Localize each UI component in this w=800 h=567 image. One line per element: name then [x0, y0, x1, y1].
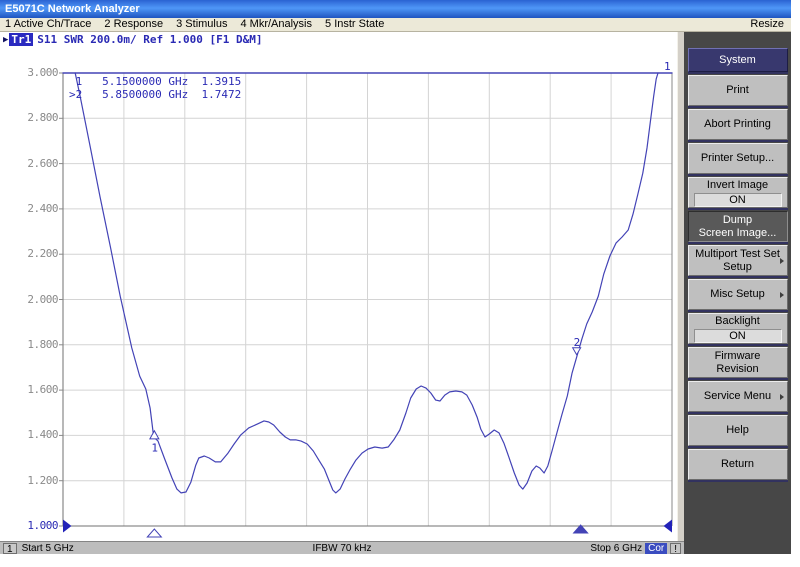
y-axis-label-1.600: 1.600 — [12, 384, 58, 396]
y-axis-label-3.000: 3.000 — [12, 67, 58, 79]
submenu-arrow-icon — [780, 292, 784, 298]
channel-number-box: 1 — [3, 543, 17, 554]
softkey-multiport-test-set[interactable]: Multiport Test SetSetup — [688, 245, 788, 276]
softkey-label: Firmware — [715, 350, 761, 363]
marker-1-triangle-icon[interactable] — [150, 431, 159, 439]
trace1-badge[interactable]: Tr1 — [9, 33, 33, 46]
softkey-label: Dump — [723, 214, 752, 227]
marker-1[interactable]: 1 — [150, 431, 159, 455]
submenu-arrow-icon — [780, 394, 784, 400]
softkey-help[interactable]: Help — [688, 415, 788, 446]
softkey-print[interactable]: Print — [688, 75, 788, 106]
menu-item-4[interactable]: 4 Mkr/Analysis — [240, 18, 312, 31]
trace-select-arrow-icon: ▶ — [3, 35, 8, 45]
softkey-label: Backlight — [715, 315, 760, 328]
reference-level-right-icon — [664, 520, 673, 533]
softkey-label: Return — [721, 458, 754, 471]
stop-frequency-label: Stop 6 GHz — [590, 543, 642, 554]
grid-lines — [59, 73, 672, 526]
marker-readout-line-2: >2 5.8500000 GHz 1.7472 — [69, 88, 241, 101]
softkey-label: Screen Image... — [699, 227, 777, 240]
y-axis-label-2.400: 2.400 — [12, 203, 58, 215]
window-title: E5071C Network Analyzer — [5, 3, 140, 15]
softkey-label: Printer Setup... — [701, 152, 774, 165]
softkey-label: Abort Printing — [704, 118, 771, 131]
correction-badge: Cor — [645, 543, 667, 554]
marker-2[interactable]: 2 — [573, 336, 581, 355]
softkey-printer-setup[interactable]: Printer Setup... — [688, 143, 788, 174]
graticule-svg: 1 1 2 — [0, 32, 684, 541]
menu-item-3[interactable]: 3 Stimulus — [176, 18, 227, 31]
menu-item-resize[interactable]: Resize — [750, 18, 784, 31]
softkey-label: Invert Image — [707, 179, 768, 192]
plot-area: 1 1 2 ▶ Tr1 S11 SWR 200.0m/ Ref 1.000 [F1 … — [0, 32, 684, 541]
marker-1-number: 1 — [151, 441, 158, 454]
softkey-backlight[interactable]: BacklightON — [688, 313, 788, 344]
marker-readout-line-1: 1 5.1500000 GHz 1.3915 — [69, 75, 241, 88]
softkey-abort-printing[interactable]: Abort Printing — [688, 109, 788, 140]
softkey-toggle-state: ON — [694, 329, 782, 343]
start-frequency-label: Start 5 GHz — [22, 543, 74, 554]
ifbw-label: IFBW 70 kHz — [313, 543, 372, 554]
softkey-label: Service Menu — [704, 390, 771, 403]
softkey-firmware[interactable]: FirmwareRevision — [688, 347, 788, 378]
submenu-arrow-icon — [780, 258, 784, 264]
channel-window: 1 1 2 ▶ Tr1 S11 SWR 200.0m/ Ref 1.000 [F1 … — [0, 32, 684, 554]
marker-2-number: 2 — [574, 336, 581, 349]
marker-2-triangle-icon[interactable] — [573, 348, 581, 355]
y-axis-label-2.600: 2.600 — [12, 158, 58, 170]
marker-1-stimulus-triangle-icon[interactable] — [147, 529, 161, 537]
title-bar: E5071C Network Analyzer — [0, 0, 791, 18]
data-trace — [75, 73, 658, 493]
trace-end-number: 1 — [664, 60, 671, 73]
reference-level-left-icon — [63, 520, 72, 533]
y-axis-label-1.200: 1.200 — [12, 475, 58, 487]
menu-item-1[interactable]: 1 Active Ch/Trace — [5, 18, 91, 31]
softkey-label: System — [719, 54, 756, 67]
softkey-service-menu[interactable]: Service Menu — [688, 381, 788, 412]
softkey-system[interactable]: System — [688, 48, 788, 72]
status-bar: 1 Start 5 GHz IFBW 70 kHz Stop 6 GHz Cor… — [0, 541, 684, 554]
y-axis-label-2.000: 2.000 — [12, 294, 58, 306]
y-axis-label-2.200: 2.200 — [12, 248, 58, 260]
marker-readout: 1 5.1500000 GHz 1.3915>2 5.8500000 GHz 1… — [69, 75, 241, 101]
y-axis-label-1.400: 1.400 — [12, 429, 58, 441]
softkey-label: Help — [726, 424, 749, 437]
softkey-label: Misc Setup — [710, 288, 764, 301]
softkey-label: Multiport Test Set — [695, 248, 780, 261]
menu-bar: 1 Active Ch/Trace 2 Response 3 Stimulus 4 M… — [0, 18, 791, 32]
trace-format-text: S11 SWR 200.0m/ Ref 1.000 [F1 D&M] — [37, 33, 262, 46]
softkey-label: Print — [726, 84, 749, 97]
warning-indicator[interactable]: ! — [670, 543, 681, 554]
softkey-misc-setup[interactable]: Misc Setup — [688, 279, 788, 310]
window-divider — [677, 32, 684, 541]
y-axis-label-1.800: 1.800 — [12, 339, 58, 351]
softkey-label: Setup — [723, 261, 752, 274]
softkey-menu: System Print Abort Printing Printer Setup..… — [684, 32, 791, 554]
y-axis-label-2.800: 2.800 — [12, 112, 58, 124]
softkey-return[interactable]: Return — [688, 449, 788, 480]
analyzer-window: E5071C Network Analyzer 1 Active Ch/Trac… — [0, 0, 791, 554]
y-axis-label-1.000: 1.000 — [12, 520, 58, 532]
softkey-label: Revision — [716, 363, 758, 376]
menu-item-2[interactable]: 2 Response — [104, 18, 163, 31]
trace-status-line: ▶ Tr1 S11 SWR 200.0m/ Ref 1.000 [F1 D&M] — [3, 33, 262, 46]
softkey-toggle-state: ON — [694, 193, 782, 207]
softkey-invert-image[interactable]: Invert ImageON — [688, 177, 788, 208]
menu-item-5[interactable]: 5 Instr State — [325, 18, 384, 31]
softkey-dump[interactable]: DumpScreen Image... — [688, 211, 788, 242]
